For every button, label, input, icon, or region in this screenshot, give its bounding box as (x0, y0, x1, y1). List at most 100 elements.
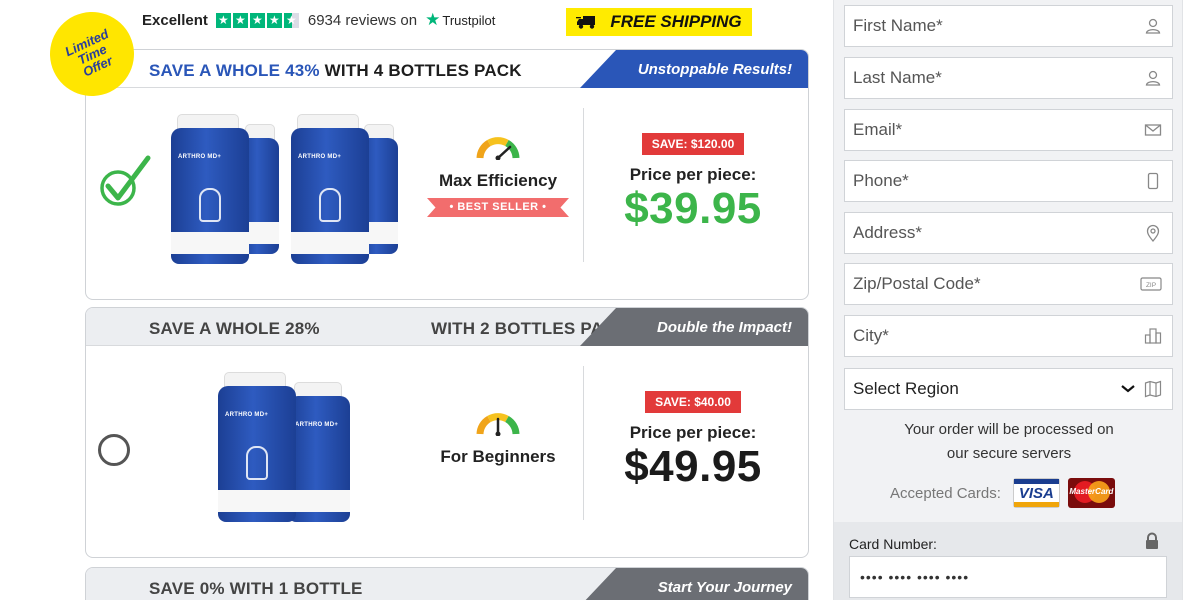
city-field[interactable]: City* (844, 315, 1173, 357)
user-icon (1145, 18, 1161, 34)
price-per-piece-label: Price per piece: (629, 423, 757, 442)
bottle-brand: ARTHRO MD+ (298, 154, 342, 160)
first-name-placeholder: First Name* (853, 16, 943, 35)
pack-title-discount: SAVE A WHOLE 28% (149, 319, 320, 338)
trustpilot-review-count: 6934 reviews on (307, 11, 418, 29)
pack-tag-label: Double the Impact! (656, 318, 792, 336)
checkmark-icon[interactable] (98, 152, 152, 210)
map-icon (1144, 380, 1162, 398)
accepted-cards-label: Accepted Cards: (890, 484, 1001, 502)
last-name-field[interactable]: Last Name* (844, 57, 1173, 99)
secure-note-line: Your order will be processed on (904, 421, 1114, 438)
half-star-icon: ★ (283, 12, 299, 28)
visa-logo: VISA (1012, 478, 1060, 508)
email-field[interactable]: Email* (844, 109, 1173, 151)
trustpilot-rating-word: Excellent (142, 11, 208, 29)
pack-header: SAVE A WHOLE 28% WITH 2 BOTTLES PACK Dou… (86, 308, 808, 346)
gauge-icon (476, 137, 520, 161)
price-value: $49.95 (624, 442, 762, 491)
pack-header: SAVE 0% WITH 1 BOTTLE Start Your Journey (86, 568, 808, 600)
save-amount-badge: SAVE: $40.00 (645, 391, 741, 413)
gauge-icon (476, 413, 520, 437)
card-number-label: Card Number: (849, 536, 937, 552)
email-placeholder: Email* (853, 120, 903, 139)
trustpilot-stars: ★ ★ ★ ★ ★ (215, 12, 299, 28)
region-select[interactable]: Select Region (844, 368, 1173, 410)
efficiency-block: For Beginners (418, 412, 578, 467)
price-block: SAVE: $40.00 Price per piece: $49.95 (591, 391, 795, 491)
checkout-page: Excellent ★ ★ ★ ★ ★ 6934 reviews on ★ Tr… (0, 0, 1200, 600)
pack-header: SAVE A WHOLE 43% WITH 4 BOTTLES PACK Uns… (86, 50, 808, 88)
efficiency-label: For Beginners (440, 447, 556, 466)
mastercard-logo: MasterCard (1067, 478, 1115, 508)
bottle-brand: ARTHRO MD+ (178, 154, 222, 160)
pack-title-quantity: WITH 4 BOTTLES PACK (324, 61, 522, 80)
secure-note-line: our secure servers (946, 445, 1072, 462)
trustpilot-bar: Excellent ★ ★ ★ ★ ★ 6934 reviews on ★ Tr… (142, 6, 495, 34)
zip-icon: ZIP (1140, 277, 1162, 291)
chevron-down-icon[interactable] (1120, 384, 1136, 394)
trustpilot-logo: ★ Trustpilot (425, 10, 495, 30)
pack-4-bottles[interactable]: SAVE A WHOLE 43% WITH 4 BOTTLES PACK Uns… (85, 49, 809, 300)
svg-text:ZIP: ZIP (1146, 282, 1156, 289)
visa-logo-text: VISA (1018, 484, 1054, 502)
bottle-brand: ARTHRO MD+ (295, 422, 339, 428)
bottle-image: ARTHRO MD+ (291, 114, 369, 264)
trustpilot-brand-name: Trustpilot (442, 12, 496, 28)
first-name-field[interactable]: First Name* (844, 5, 1173, 47)
pack-radio-button[interactable] (98, 434, 130, 466)
star-icon: ★ (266, 12, 282, 28)
address-field[interactable]: Address* (844, 212, 1173, 254)
pack-tag-label: Unstoppable Results! (637, 60, 792, 78)
efficiency-block: Max Efficiency • BEST SELLER • (418, 136, 578, 217)
bottle-image: ARTHRO MD+ (288, 382, 350, 522)
pack-title: SAVE A WHOLE 43% WITH 4 BOTTLES PACK (149, 61, 522, 81)
pack-tag: Unstoppable Results! (580, 50, 808, 88)
pack-tag: Double the Impact! (580, 308, 808, 346)
location-pin-icon (1146, 224, 1160, 242)
envelope-icon (1144, 124, 1162, 136)
pack-1-bottle[interactable]: SAVE 0% WITH 1 BOTTLE Start Your Journey (85, 567, 809, 600)
divider (583, 366, 584, 520)
last-name-placeholder: Last Name* (853, 68, 942, 87)
zip-code-placeholder: Zip/Postal Code* (853, 274, 981, 293)
building-icon (1144, 328, 1162, 344)
badge-text: Limited Time Offer (57, 24, 128, 85)
card-number-input[interactable]: •••• •••• •••• •••• (849, 556, 1167, 598)
phone-field[interactable]: Phone* (844, 160, 1173, 202)
secure-processing-note: Your order will be processed on our secu… (834, 418, 1184, 466)
star-icon: ★ (249, 12, 265, 28)
pack-tag-label: Start Your Journey (657, 578, 792, 596)
pack-body: ARTHRO MD+ ARTHRO MD+ (86, 88, 808, 299)
zip-code-field[interactable]: Zip/Postal Code* ZIP (844, 263, 1173, 305)
star-icon: ★ (215, 12, 231, 28)
star-icon: ★ (232, 12, 248, 28)
pack-title-discount: SAVE A WHOLE 43% (149, 61, 320, 80)
lock-icon (1146, 532, 1158, 549)
save-amount-badge: SAVE: $120.00 (641, 133, 745, 155)
efficiency-label: Max Efficiency (438, 171, 558, 190)
card-number-section: Card Number: •••• •••• •••• •••• (834, 522, 1182, 600)
bottle-image: ARTHRO MD+ (171, 114, 249, 264)
price-per-piece-label: Price per piece: (629, 165, 757, 184)
order-form: First Name* Last Name* Email* Phone* Add… (833, 0, 1183, 600)
truck-icon (576, 16, 596, 29)
trustpilot-star-icon: ★ (425, 10, 441, 29)
accepted-cards: Accepted Cards: VISA MasterCard (890, 478, 1115, 508)
city-placeholder: City* (853, 326, 889, 345)
pack-2-bottles[interactable]: SAVE A WHOLE 28% WITH 2 BOTTLES PACK Dou… (85, 307, 809, 558)
divider (583, 108, 584, 262)
pack-body: ARTHRO MD+ ARTHRO MD+ (86, 346, 808, 557)
phone-icon (1147, 172, 1159, 190)
pack-tag: Start Your Journey (580, 568, 808, 600)
bottle-image: ARTHRO MD+ (218, 372, 296, 522)
user-icon (1145, 70, 1161, 86)
price-block: SAVE: $120.00 Price per piece: $39.95 (591, 133, 795, 233)
bottle-brand: ARTHRO MD+ (225, 412, 269, 418)
region-select-controls (1120, 380, 1162, 398)
pack-title: SAVE 0% WITH 1 BOTTLE (149, 579, 363, 598)
best-seller-ribbon: • BEST SELLER • (427, 198, 569, 217)
address-placeholder: Address* (853, 223, 922, 242)
region-select-value: Select Region (853, 379, 959, 398)
free-shipping-label: FREE SHIPPING (610, 12, 742, 31)
